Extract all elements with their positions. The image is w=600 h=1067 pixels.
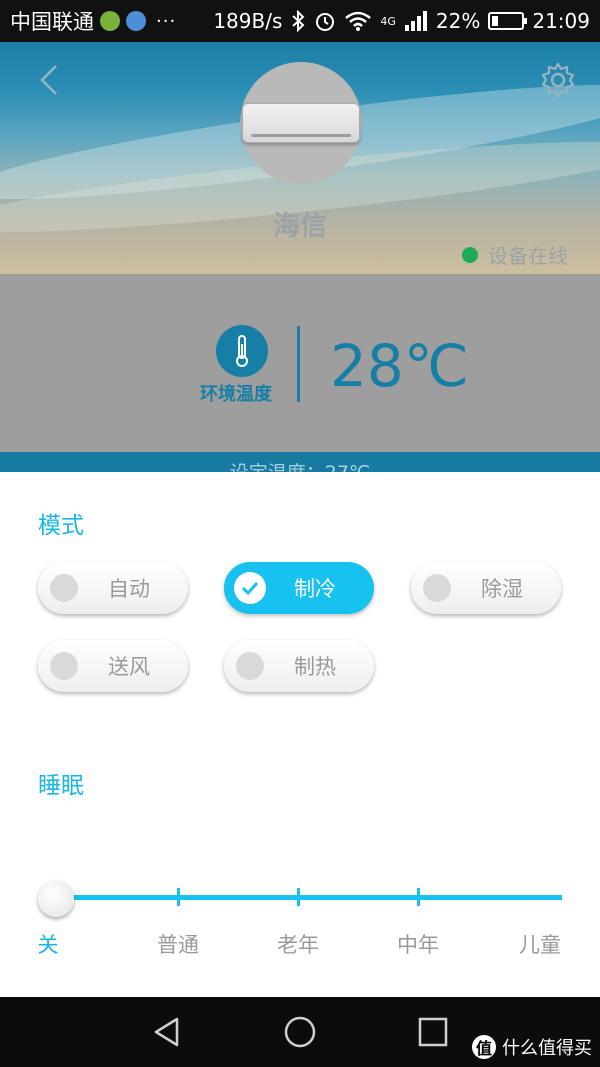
online-status-label: 设备在线 [488, 244, 568, 268]
radio-icon [423, 574, 451, 602]
online-dot-icon [462, 246, 478, 263]
mode-heat-button[interactable]: 制热 [224, 640, 374, 692]
sleep-stop-child[interactable]: 儿童 [500, 929, 580, 959]
check-icon [234, 572, 266, 604]
signal-icon [404, 11, 427, 31]
slider-tick [297, 888, 300, 906]
sleep-stop-off[interactable]: 关 [8, 929, 88, 959]
battery-icon [488, 12, 528, 30]
nav-recents-icon[interactable] [416, 1015, 450, 1049]
mode-auto-button[interactable]: 自动 [38, 562, 188, 614]
clock: 21:09 [532, 9, 590, 33]
mode-cool-button[interactable]: 制冷 [224, 562, 374, 614]
device-brand: 海信 [273, 211, 327, 242]
temperature-panel: 环境温度 28℃ [0, 274, 600, 452]
slider-tick [177, 888, 180, 906]
thermometer-icon [216, 325, 268, 377]
device-avatar [240, 62, 362, 184]
app-notification-icon [100, 11, 120, 31]
slider-tick [417, 888, 420, 906]
settings-gear-icon[interactable] [538, 60, 578, 100]
status-bar: 中国联通 ··· 189B/s 4G 22% 21:09 [0, 0, 600, 42]
radio-icon [50, 652, 78, 680]
sleep-stop-normal[interactable]: 普通 [138, 929, 218, 959]
carrier-label: 中国联通 [10, 10, 94, 34]
ambient-temp-label: 环境温度 [200, 384, 272, 405]
online-status: 设备在线 [462, 240, 568, 269]
ambient-temp-value: 28℃ [330, 332, 469, 400]
set-temp-bar: 设定温度：27℃ [0, 452, 600, 472]
watermark-text: 什么值得买 [502, 1038, 592, 1059]
nav-home-icon[interactable] [283, 1015, 317, 1049]
sleep-stop-middle-aged[interactable]: 中年 [378, 929, 458, 959]
radio-icon [236, 652, 264, 680]
mode-dehumidify-button[interactable]: 除湿 [411, 562, 561, 614]
more-notifications-icon: ··· [156, 10, 177, 32]
watermark: 值 什么值得买 [472, 1034, 592, 1060]
network-type: 4G [380, 15, 396, 28]
alarm-icon [316, 13, 335, 31]
sleep-title: 睡眠 [38, 773, 84, 799]
mode-fan-button[interactable]: 送风 [38, 640, 188, 692]
watermark-logo-icon: 值 [472, 1035, 496, 1059]
device-header: 海信 设备在线 [0, 42, 600, 274]
bluetooth-icon [292, 10, 305, 32]
mode-sheet: 模式 自动 制冷 除湿 送风 制热 睡眠 关 普通 老年 中年 儿童 [0, 472, 600, 997]
weather-notification-icon [126, 11, 146, 31]
sleep-slider-track[interactable] [58, 895, 562, 900]
set-temp-label: 设定温度：27℃ [0, 458, 600, 472]
sleep-slider-handle[interactable] [38, 881, 74, 917]
nav-back-icon[interactable] [150, 1015, 184, 1049]
mode-title: 模式 [38, 513, 84, 539]
divider [297, 326, 300, 402]
network-speed: 189B/s [213, 9, 283, 33]
radio-icon [50, 574, 78, 602]
battery-percent: 22% [435, 9, 481, 33]
sleep-stop-elderly[interactable]: 老年 [258, 929, 338, 959]
wifi-icon [345, 11, 372, 31]
back-icon[interactable] [30, 60, 70, 100]
air-conditioner-icon [242, 103, 360, 143]
